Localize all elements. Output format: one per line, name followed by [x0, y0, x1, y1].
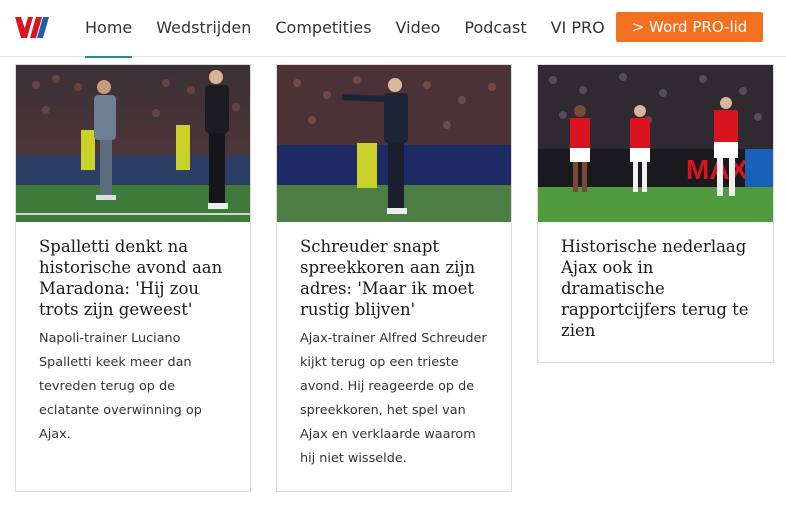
- nav-item-wedstrijden[interactable]: Wedstrijden: [144, 0, 263, 57]
- nav-item-video[interactable]: Video: [384, 0, 453, 57]
- nav-item-vi-pro[interactable]: VI PRO: [539, 0, 617, 57]
- vi-logo[interactable]: [14, 14, 50, 40]
- article-card[interactable]: MAX: [537, 64, 774, 363]
- top-nav-bar: Home Wedstrijden Competities Video Podca…: [0, 0, 786, 58]
- nav-item-podcast[interactable]: Podcast: [452, 0, 538, 57]
- article-card[interactable]: Schreuder snapt spreekkoren aan zijn adr…: [276, 64, 512, 492]
- main-nav: Home Wedstrijden Competities Video Podca…: [73, 0, 617, 58]
- article-photo-schreuder[interactable]: [277, 65, 511, 222]
- article-photo-ajax-players[interactable]: MAX: [538, 65, 773, 222]
- article-title[interactable]: Spalletti denkt na historische avond aan…: [16, 222, 250, 320]
- article-title[interactable]: Schreuder snapt spreekkoren aan zijn adr…: [277, 222, 511, 320]
- nav-item-competities[interactable]: Competities: [263, 0, 383, 57]
- article-title[interactable]: Historische nederlaag Ajax ook in dramat…: [538, 222, 773, 341]
- article-card[interactable]: Spalletti denkt na historische avond aan…: [15, 64, 251, 492]
- word-pro-lid-button[interactable]: > Word PRO-lid: [616, 12, 763, 42]
- article-description: Napoli-trainer Luciano Spalletti keek me…: [39, 331, 202, 442]
- article-photo-spalletti[interactable]: [16, 65, 250, 222]
- article-description: Ajax-trainer Alfred Schreuder kijkt teru…: [300, 331, 487, 466]
- nav-item-home[interactable]: Home: [73, 0, 144, 58]
